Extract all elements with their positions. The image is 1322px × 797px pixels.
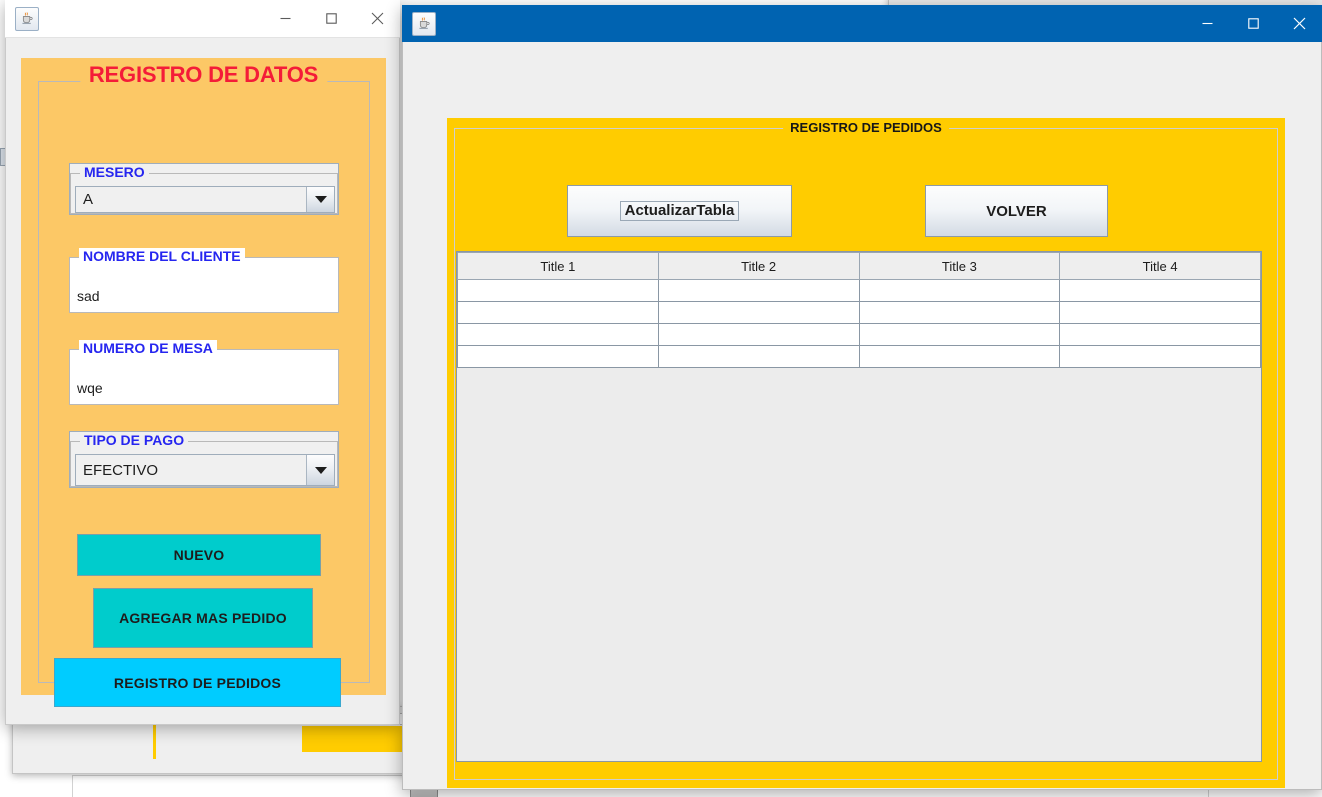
chevron-down-icon[interactable] [307,187,334,212]
nombre-del-cliente-input[interactable]: sad [77,288,100,304]
window-pedidos-titlebar[interactable] [402,5,1322,42]
page-title: REGISTRO DE PEDIDOS [783,120,949,135]
minimize-button[interactable] [1184,5,1230,42]
field-group-mesero: MESERO A [69,163,339,215]
field-label-numero-de-mesa: NUMERO DE MESA [79,340,217,356]
registro-de-pedidos-button[interactable]: REGISTRO DE PEDIDOS [54,658,341,707]
tipo-de-pago-combobox[interactable]: EFECTIVO [75,454,335,486]
agregar-mas-pedido-button-label: AGREGAR MAS PEDIDO [119,610,287,626]
table-cell[interactable] [1059,323,1261,346]
close-button[interactable] [354,0,400,37]
field-group-numero-de-mesa[interactable]: NUMERO DE MESA wqe [69,340,339,405]
maximize-button[interactable] [308,0,354,37]
nuevo-button[interactable]: NUEVO [77,534,321,576]
window-registro-de-datos[interactable]: REGISTRO DE DATOS MESERO A NOMBRE DEL CL… [5,0,400,725]
field-group-nombre-del-cliente[interactable]: NOMBRE DEL CLIENTE sad [69,248,339,313]
table-cell[interactable] [858,345,1061,368]
field-label-mesero: MESERO [80,164,149,180]
table-cell[interactable] [457,301,659,324]
table-cell[interactable] [457,345,659,368]
table-column-header[interactable]: Title 3 [858,252,1061,280]
table-cell[interactable] [1059,301,1261,324]
tipo-de-pago-combobox-value: EFECTIVO [76,455,307,485]
mesero-combobox[interactable]: A [75,186,335,213]
mesero-combobox-value: A [76,187,307,212]
table-cell[interactable] [858,279,1061,302]
window-datos-body: REGISTRO DE DATOS MESERO A NOMBRE DEL CL… [5,38,400,725]
actualizar-tabla-button-label: ActualizarTabla [619,200,740,222]
window-datos-titlebar[interactable] [5,0,400,38]
table-cell[interactable] [858,301,1061,324]
java-coffee-cup-icon [412,11,436,36]
volver-button[interactable]: VOLVER [925,185,1108,237]
field-label-nombre-del-cliente: NOMBRE DEL CLIENTE [79,248,245,264]
pedidos-panel: REGISTRO DE PEDIDOS ActualizarTabla VOLV… [447,118,1285,788]
table-column-header[interactable]: Title 4 [1059,252,1261,280]
actualizar-tabla-button[interactable]: ActualizarTabla [567,185,792,237]
java-coffee-cup-icon [15,6,39,31]
window-pedidos-body: REGISTRO DE PEDIDOS ActualizarTabla VOLV… [402,42,1322,790]
pedidos-table[interactable]: Title 1 Title 2 Title 3 Title 4 [457,252,1261,368]
table-cell[interactable] [457,323,659,346]
close-button[interactable] [1276,5,1322,42]
registro-de-pedidos-button-label: REGISTRO DE PEDIDOS [113,674,282,691]
pedidos-table-scrollpane[interactable]: Title 1 Title 2 Title 3 Title 4 [456,251,1262,762]
table-header-row: Title 1 Title 2 Title 3 Title 4 [457,252,1261,280]
table-cell[interactable] [1059,345,1261,368]
table-row[interactable] [457,323,1261,346]
maximize-button[interactable] [1230,5,1276,42]
table-cell[interactable] [457,279,659,302]
numero-de-mesa-input[interactable]: wqe [77,380,103,396]
minimize-button[interactable] [262,0,308,37]
desktop-screen: REGISTRO DE DATOS MESERO A NOMBRE DEL CL… [0,0,1322,797]
volver-button-label: VOLVER [986,202,1047,220]
table-column-header[interactable]: Title 2 [657,252,860,280]
table-cell[interactable] [657,301,860,324]
table-row[interactable] [457,279,1261,302]
field-group-tipo-de-pago: TIPO DE PAGO EFECTIVO [69,431,339,488]
window-datos-controls [262,0,400,37]
table-cell[interactable] [657,345,860,368]
field-group-mesa-border [69,349,339,405]
nuevo-button-label: NUEVO [173,547,225,563]
table-row[interactable] [457,301,1261,324]
field-group-nombre-border [69,257,339,313]
page-title: REGISTRO DE DATOS [79,62,328,88]
window-registro-de-pedidos[interactable]: REGISTRO DE PEDIDOS ActualizarTabla VOLV… [402,5,1322,790]
table-row[interactable] [457,345,1261,368]
agregar-mas-pedido-button[interactable]: AGREGAR MAS PEDIDO [93,588,313,648]
table-column-header[interactable]: Title 1 [457,252,659,280]
field-label-tipo-de-pago: TIPO DE PAGO [80,432,189,448]
table-cell[interactable] [657,323,860,346]
table-cell[interactable] [657,279,860,302]
table-cell[interactable] [858,323,1061,346]
chevron-down-icon[interactable] [307,455,334,485]
table-cell[interactable] [1059,279,1261,302]
datos-panel: REGISTRO DE DATOS MESERO A NOMBRE DEL CL… [21,58,386,707]
window-pedidos-controls [1184,5,1322,42]
